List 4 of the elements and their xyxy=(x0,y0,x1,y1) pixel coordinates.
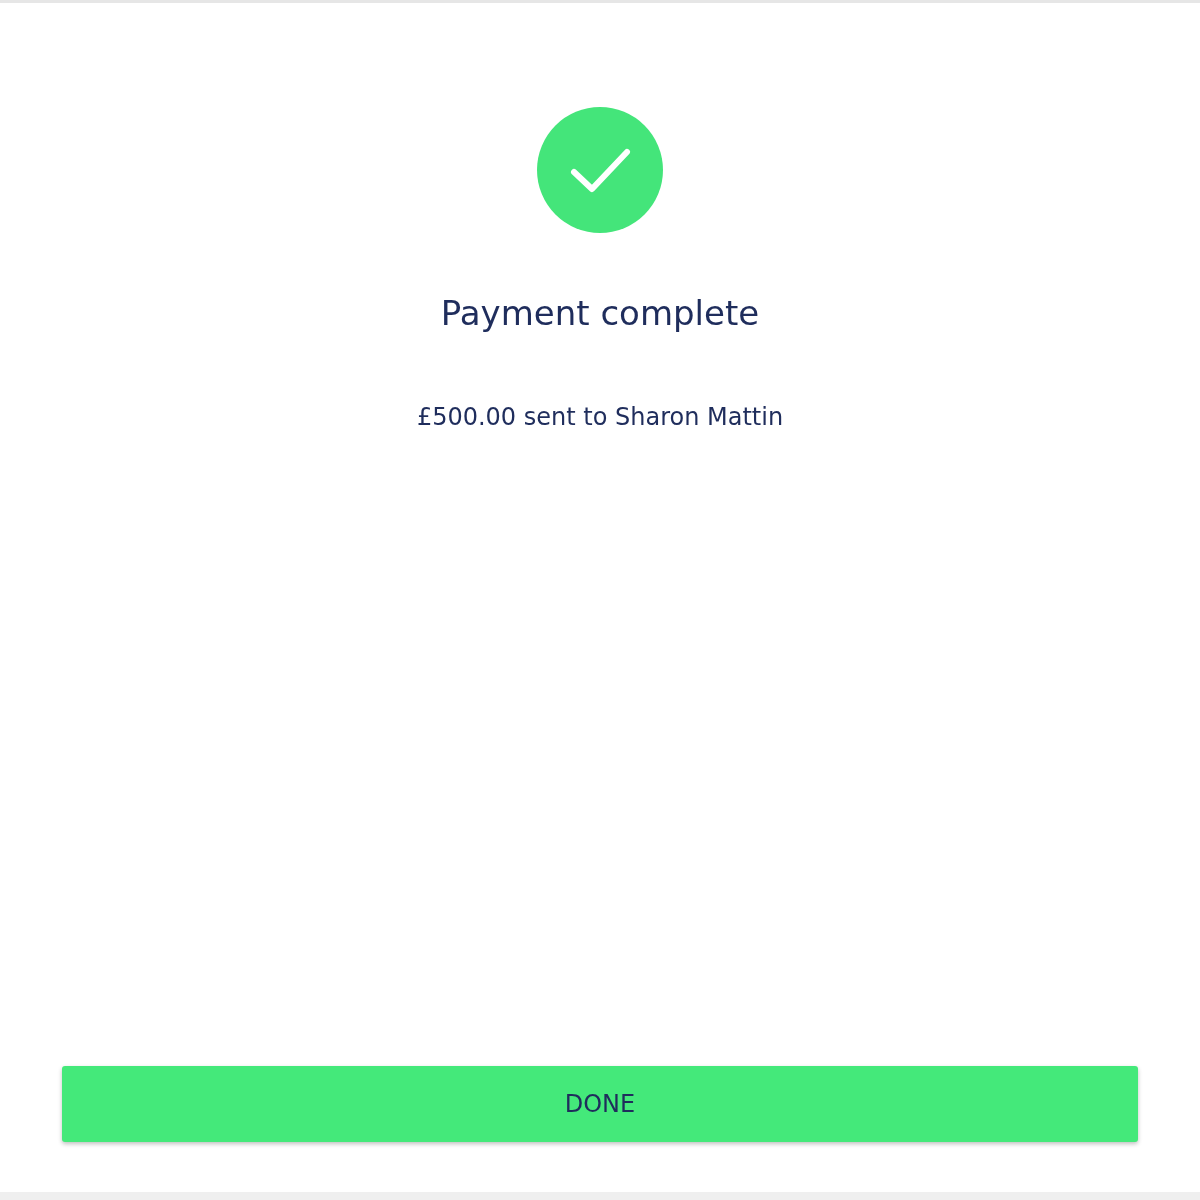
success-check-icon xyxy=(537,107,663,233)
title: Payment complete xyxy=(440,292,760,335)
payment-message: £500.00 sent to Sharon Mattin xyxy=(416,402,784,433)
done-button[interactable]: DONE xyxy=(62,1066,1138,1142)
